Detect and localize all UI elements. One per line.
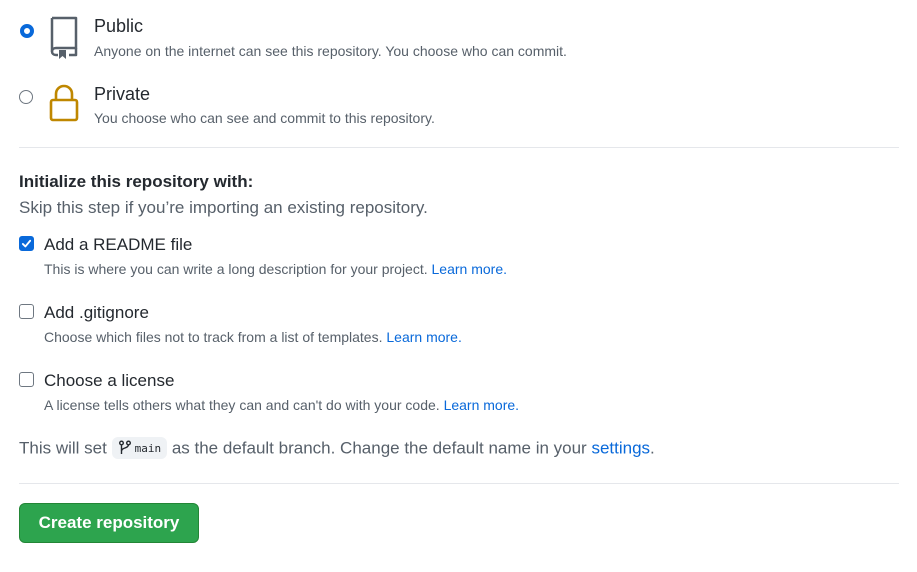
gitignore-description-text: Choose which files not to track from a l… xyxy=(44,329,383,345)
public-title: Public xyxy=(94,16,144,36)
branch-suffix: . xyxy=(650,438,655,458)
gitignore-label: Add .gitignore xyxy=(44,303,149,322)
create-repository-button[interactable]: Create repository xyxy=(19,503,199,543)
public-radio[interactable] xyxy=(20,24,34,38)
gitignore-checkbox[interactable] xyxy=(19,304,34,319)
branch-prefix: This will set xyxy=(19,438,107,458)
license-label: Choose a license xyxy=(44,371,175,390)
init-heading: Initialize this repository with: xyxy=(19,172,254,191)
license-learn-more-link[interactable]: Learn more. xyxy=(444,397,519,413)
readme-label: Add a README file xyxy=(44,235,193,254)
divider-bottom xyxy=(19,483,899,484)
readme-checkbox[interactable] xyxy=(19,236,34,251)
readme-description: This is where you can write a long descr… xyxy=(44,261,507,277)
checkmark-icon xyxy=(21,239,32,248)
readme-learn-more-link[interactable]: Learn more. xyxy=(432,261,507,277)
init-subheading: Skip this step if you’re importing an ex… xyxy=(19,198,428,217)
private-title: Private xyxy=(94,84,151,104)
settings-link[interactable]: settings xyxy=(591,438,650,457)
public-description: Anyone on the internet can see this repo… xyxy=(94,43,567,59)
lock-icon xyxy=(49,84,79,122)
private-description: You choose who can see and commit to thi… xyxy=(94,110,435,126)
license-description: A license tells others what they can and… xyxy=(44,397,519,413)
branch-name: main xyxy=(134,441,162,455)
repo-icon xyxy=(50,16,78,59)
branch-middle-text: as the default branch. Change the defaul… xyxy=(171,438,587,458)
license-description-text: A license tells others what they can and… xyxy=(44,397,440,413)
private-radio[interactable] xyxy=(19,90,33,104)
readme-description-text: This is where you can write a long descr… xyxy=(44,261,428,277)
license-checkbox[interactable] xyxy=(19,372,34,387)
branch-chip: main xyxy=(111,437,168,459)
git-branch-icon xyxy=(118,440,131,454)
gitignore-description: Choose which files not to track from a l… xyxy=(44,329,462,345)
gitignore-learn-more-link[interactable]: Learn more. xyxy=(386,329,461,345)
divider xyxy=(19,147,899,148)
default-branch-text: This will set main as the default branch… xyxy=(19,437,655,460)
